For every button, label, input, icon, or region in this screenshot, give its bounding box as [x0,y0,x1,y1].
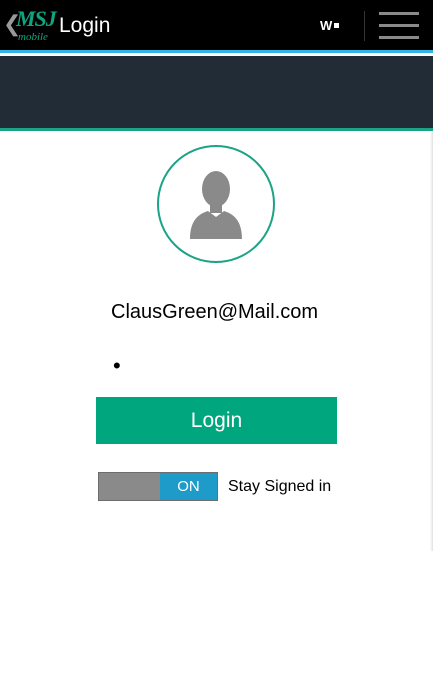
page-title: Login [59,14,111,37]
stay-signed-in-toggle[interactable]: ON [98,472,218,501]
hamburger-menu-icon[interactable] [379,12,419,40]
user-silhouette-icon [190,171,242,239]
stay-signed-in-label: Stay Signed in [228,478,332,495]
w-indicator-text: W [320,18,333,33]
avatar[interactable] [157,145,275,263]
email-field[interactable]: ClausGreen@Mail.com [111,300,323,326]
login-button[interactable]: Login [96,397,337,444]
logo-text: MSJ [16,6,57,31]
w-indicator[interactable]: W [320,18,340,34]
action-bar-divider [364,11,365,41]
menu-line [379,24,419,27]
logo-subtext: mobile [18,31,48,43]
password-field[interactable]: • [113,355,323,377]
action-bar: ❮ MSJ mobile Login W [0,0,433,53]
menu-line [379,12,419,15]
indicator-square-icon [334,23,340,28]
menu-line [379,36,419,39]
msj-mobile-logo[interactable]: MSJ mobile [16,6,57,44]
toggle-on-state: ON [160,473,217,500]
header-band [0,56,433,131]
